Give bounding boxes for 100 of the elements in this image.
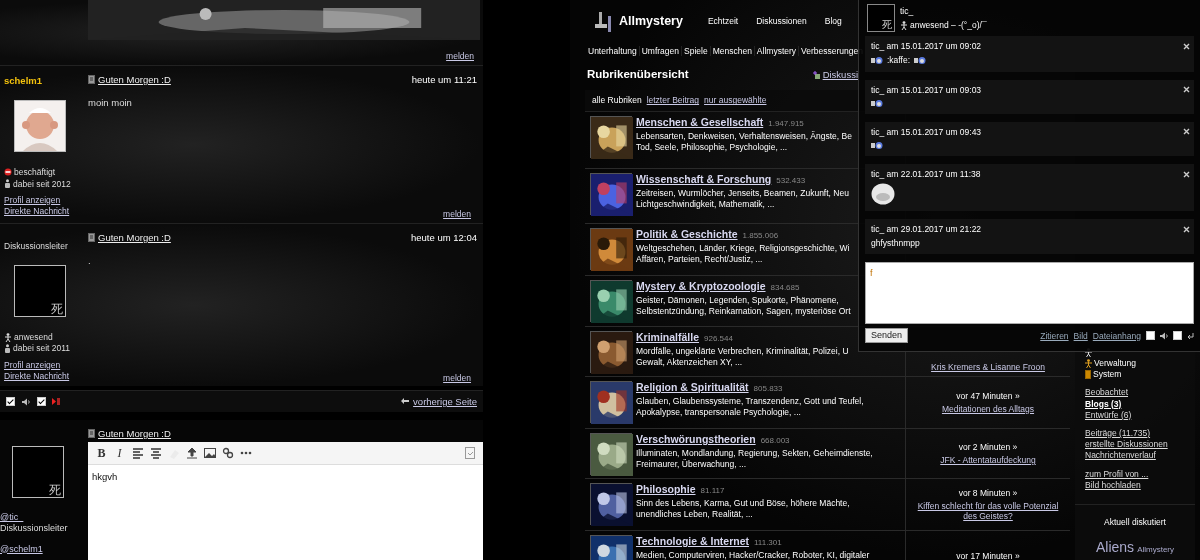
filter-tab[interactable]: nur ausgewählte [704, 95, 767, 106]
last-post-link[interactable]: Kiffen schlecht für das volle Potenzial des Geistes? [914, 500, 1062, 522]
category-title[interactable]: Verschwörungstheorien [636, 433, 756, 446]
category-nav-link[interactable]: Unterhaltung [586, 45, 640, 57]
category-title[interactable]: Wissenschaft & Forschung [636, 173, 772, 186]
chat-link[interactable]: Zitieren [1040, 330, 1069, 341]
figure-icon [4, 179, 11, 189]
last-post-link[interactable]: JFK - Attentataufdeckung [940, 455, 1036, 466]
category-description: Freimaurer, Überwachung, ... [636, 459, 748, 471]
nav-link[interactable]: Echtzeit [702, 15, 744, 27]
report-link[interactable]: melden [446, 50, 480, 61]
last-post-link[interactable]: Kris Kremers & Lisanne Froon [931, 361, 1045, 372]
sidebar-link[interactable]: Entwürfe (6) [1085, 409, 1132, 420]
sidebar-link[interactable]: erstellte Diskussionen [1085, 439, 1168, 450]
checkbox[interactable] [6, 397, 15, 406]
section-title: Rubrikenübersicht [587, 68, 689, 82]
server-icon [1085, 369, 1091, 379]
upload-button[interactable] [184, 445, 199, 462]
admin-link[interactable]: System [1093, 369, 1122, 380]
username[interactable]: schelm1 [4, 75, 84, 87]
italic-button[interactable]: I [112, 445, 127, 462]
category-title[interactable]: Religion & Spiritualität [636, 381, 749, 394]
sidebar-link[interactable]: Bild hochladen [1085, 479, 1141, 490]
category-title[interactable]: Menschen & Gesellschaft [636, 116, 764, 129]
profile-link[interactable]: Direkte Nachricht [4, 205, 70, 217]
category-title[interactable]: Politik & Geschichte [636, 228, 738, 241]
editor-text[interactable]: hkgvh [88, 465, 483, 560]
close-icon[interactable] [1183, 128, 1190, 136]
last-post-time: vor 8 Minuten » [958, 487, 1018, 498]
profile-link[interactable]: Profil anzeigen [4, 359, 61, 370]
post-title[interactable]: Guten Morgen :D [98, 428, 171, 440]
profile-link[interactable]: Profil anzeigen [4, 194, 61, 205]
report-link[interactable]: melden [443, 372, 477, 383]
category-title[interactable]: Mystery & Kryptozoologie [636, 280, 766, 293]
chat-link[interactable]: Bild [1073, 330, 1088, 341]
previous-page-link[interactable]: vorherige Seite [400, 395, 477, 408]
message-header: tic_ am 15.01.2017 um 09:02 [871, 41, 982, 52]
nav-link[interactable]: Diskussionen [751, 15, 812, 27]
person-icon [900, 20, 908, 30]
align-center-button[interactable] [148, 445, 163, 462]
post-count: 926.544 [704, 334, 733, 344]
align-left-button[interactable] [130, 445, 145, 462]
post-title[interactable]: Guten Morgen :D [98, 232, 171, 244]
sidebar-link[interactable]: Blogs (3) [1085, 398, 1122, 409]
profile-link[interactable]: Direkte Nachricht [4, 370, 70, 381]
new-discussion-link[interactable]: Diskussi [812, 69, 858, 81]
filter-tab[interactable]: alle Rubriken [592, 95, 642, 106]
category-description: Zeitreisen, Wurmlöcher, Jenseits, Beamen, Zukunft, Neu [636, 187, 849, 200]
sidebar-link[interactable]: Beiträge (11.735) [1085, 427, 1151, 439]
filter-tab[interactable]: letzter Beitrag [646, 95, 700, 106]
category-description: Apokalypse, transpersonale Psychologie, ... [636, 407, 802, 419]
document-icon [88, 233, 95, 243]
send-button[interactable]: Senden [865, 328, 909, 343]
status-text: anwesend [14, 332, 53, 343]
close-icon[interactable] [1183, 170, 1190, 178]
avatar-mark: 死 [51, 303, 63, 316]
category-title[interactable]: Kriminalfälle [636, 331, 700, 344]
category-description: Illuminaten, Mondlandung, Regierung, Sekten, Geheimdienste, [636, 447, 873, 459]
category-description: Tod, Seele, Philosophie, Psychologie, ... [636, 142, 789, 154]
topic-tag[interactable]: Aliens [1096, 539, 1135, 556]
category-description: Gewalt, Aktenzeichen XY, ... [636, 357, 744, 369]
bold-button[interactable]: B [94, 445, 109, 462]
emoticon-icon [871, 183, 895, 206]
close-icon[interactable] [1183, 42, 1190, 50]
post-count: 834.685 [770, 283, 800, 293]
category-description: Medien, Computerviren, Hacker/Cracker, Roboter, KI, digitaler [636, 549, 870, 560]
nav-link[interactable]: Blog [819, 15, 847, 27]
sidebar-link[interactable]: Nachrichtenverlauf [1085, 450, 1156, 461]
category-nav-link[interactable]: Allmystery [754, 45, 800, 57]
close-icon[interactable] [1183, 225, 1190, 233]
close-icon[interactable] [1183, 86, 1190, 94]
mention-link[interactable]: @schelm1 [0, 543, 43, 555]
category-title[interactable]: Philosophie [636, 483, 696, 496]
trending-title: Aktuell diskutiert [1103, 516, 1167, 528]
chat-link[interactable]: Dateianhang [1092, 330, 1141, 341]
category-description: Selbstentzündung, Reinkarnation, Sagen, mysteriöse Ort [636, 306, 851, 318]
report-link[interactable]: melden [443, 208, 477, 219]
checkbox[interactable] [37, 397, 46, 406]
last-post-link[interactable]: Meditationen des Alltags [941, 404, 1035, 415]
checkbox[interactable] [1146, 331, 1155, 341]
category-description: Lichtgeschwindigkeit, Mathematik, ... [636, 199, 776, 211]
category-title[interactable]: Technologie & Internet [636, 535, 749, 548]
site-name[interactable]: Allmystery [619, 13, 683, 29]
emoticon-icon [871, 55, 883, 65]
category-nav-link[interactable]: Spiele [682, 45, 711, 57]
admin-link[interactable]: Verwaltung [1094, 358, 1137, 369]
speaker-icon [1159, 331, 1169, 340]
category-nav-link[interactable]: Umfragen [639, 45, 682, 57]
topic-tag[interactable]: Allmystery [1137, 545, 1174, 555]
mention-link[interactable]: @tic_ [0, 512, 24, 523]
post-title[interactable]: Guten Morgen :D [98, 74, 171, 86]
post-count: 1.947.915 [768, 119, 804, 129]
enter-icon [1186, 331, 1194, 340]
category-nav-link[interactable]: Menschen [710, 45, 755, 57]
message-input[interactable]: f [865, 262, 1194, 325]
category-description: Glauben, Glaubenssysteme, Transzendenz, Gott und Teufel, [636, 395, 864, 408]
checkbox[interactable] [1173, 331, 1182, 341]
sidebar-link[interactable]: zum Profil von ... [1085, 468, 1149, 479]
source-button[interactable] [462, 445, 477, 462]
sidebar-link[interactable]: Beobachtet [1085, 387, 1128, 398]
